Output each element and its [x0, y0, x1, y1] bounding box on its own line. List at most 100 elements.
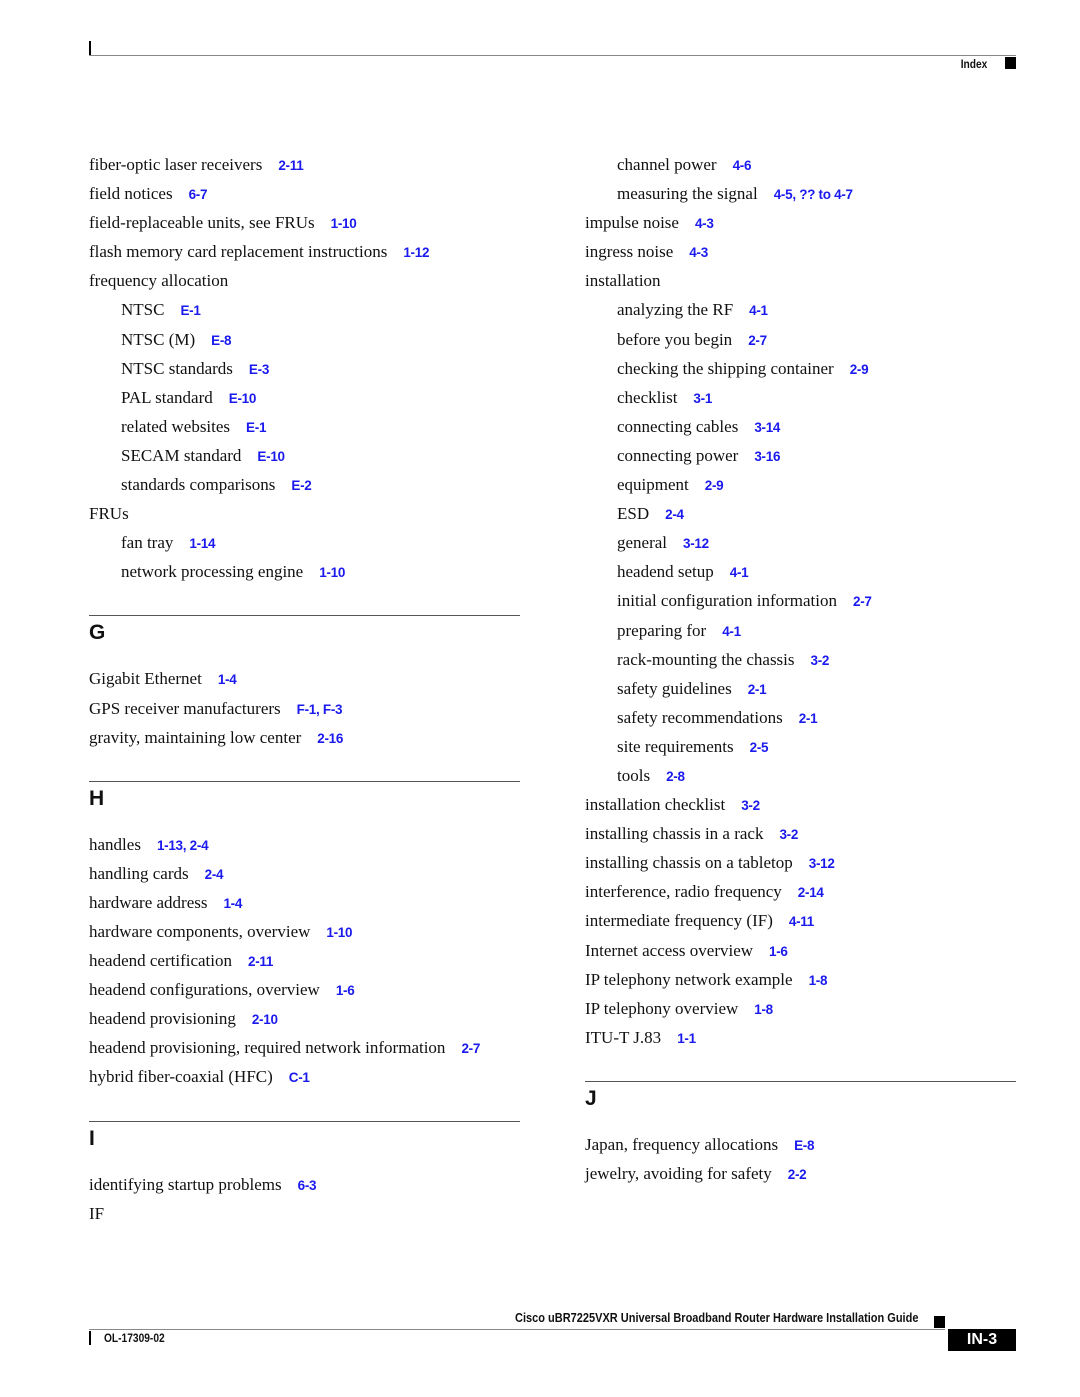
page-reference-link[interactable]: E-1 [180, 303, 200, 318]
page-reference-link[interactable]: 4-3 [689, 245, 708, 260]
page-reference-link[interactable]: 2-10 [252, 1012, 278, 1027]
section-divider [89, 615, 520, 617]
page-reference-link[interactable]: 1-10 [331, 216, 357, 231]
page-reference-link[interactable]: 1-10 [326, 925, 352, 940]
page-reference-link[interactable]: 3-2 [741, 798, 760, 813]
index-term: installing chassis in a rack [585, 824, 764, 844]
index-subentry: preparing for 4-1 [585, 616, 1017, 645]
index-subentry: network processing engine 1-10 [89, 557, 521, 586]
index-term: measuring the signal [617, 184, 758, 204]
footer-marker-square [934, 1316, 945, 1328]
page-reference-link[interactable]: 4-5, ?? to 4-7 [774, 187, 853, 202]
page-reference-link[interactable]: 1-4 [218, 672, 237, 687]
page-reference-link[interactable]: 1-6 [769, 944, 788, 959]
index-subentry: fan tray 1-14 [89, 528, 521, 557]
page-reference-link[interactable]: F-1, F-3 [297, 702, 343, 717]
section-divider [585, 1080, 1016, 1082]
page-reference-link[interactable]: 6-7 [189, 187, 208, 202]
page-reference-link[interactable]: 1-13, 2-4 [157, 838, 209, 853]
index-term: Internet access overview [585, 940, 754, 960]
index-subentry: headend setup 4-1 [585, 557, 1017, 586]
index-term: safety guidelines [617, 678, 732, 698]
index-term: impulse noise [585, 213, 679, 233]
page-reference-link[interactable]: 3-12 [683, 536, 709, 551]
page-reference-link[interactable]: 1-10 [319, 565, 345, 580]
index-term: NTSC (M) [121, 329, 196, 349]
index-entry: IP telephony overview 1-8 [585, 994, 1017, 1023]
page-reference-link[interactable]: 1-12 [403, 245, 429, 260]
page-reference-link[interactable]: 3-1 [693, 391, 712, 406]
index-term: field notices [89, 184, 173, 204]
index-subentry: NTSC standards E-3 [89, 354, 521, 383]
page-reference-link[interactable]: 1-8 [809, 973, 828, 988]
index-term: Gigabit Ethernet [89, 669, 202, 689]
page-reference-link[interactable]: 1-4 [223, 896, 242, 911]
index-subentry: safety guidelines 2-1 [585, 674, 1017, 703]
index-term: installation [585, 271, 661, 291]
page-reference-link[interactable]: 1-6 [336, 983, 355, 998]
index-subentry: measuring the signal 4-5, ?? to 4-7 [585, 179, 1017, 208]
index-entry: ITU-T J.83 1-1 [585, 1023, 1017, 1052]
index-term: gravity, maintaining low center [89, 727, 302, 747]
page-reference-link[interactable]: 4-1 [749, 303, 768, 318]
page-reference-link[interactable]: 2-1 [799, 711, 818, 726]
index-entry: headend provisioning, required network i… [89, 1033, 521, 1062]
index-term: connecting cables [617, 416, 739, 436]
page-reference-link[interactable]: 2-8 [666, 769, 685, 784]
index-subentry: PAL standard E-10 [89, 383, 521, 412]
page-reference-link[interactable]: 3-2 [779, 827, 798, 842]
page-reference-link[interactable]: 2-1 [748, 682, 767, 697]
page-reference-link[interactable]: 1-8 [754, 1002, 773, 1017]
index-term: identifying startup problems [89, 1174, 282, 1194]
page-reference-link[interactable]: 2-11 [248, 954, 273, 969]
page-reference-link[interactable]: 2-7 [853, 594, 872, 609]
page-reference-link[interactable]: 4-1 [722, 624, 741, 639]
index-subentry: SECAM standard E-10 [89, 441, 521, 470]
page-reference-link[interactable]: 2-4 [665, 507, 684, 522]
index-term: equipment [617, 475, 689, 495]
index-term: IF [89, 1203, 105, 1223]
page-reference-link[interactable]: 1-1 [677, 1031, 696, 1046]
page-reference-link[interactable]: 1-14 [189, 536, 215, 551]
page-reference-link[interactable]: E-10 [229, 391, 257, 406]
page-reference-link[interactable]: 2-5 [750, 740, 769, 755]
page-reference-link[interactable]: C-1 [289, 1070, 310, 1085]
page-reference-link[interactable]: E-8 [211, 333, 231, 348]
index-subentry: rack-mounting the chassis 3-2 [585, 645, 1017, 674]
page-reference-link[interactable]: E-2 [291, 478, 311, 493]
index-section-j: J Japan, frequency allocations E-8 jewelry,… [585, 1080, 1017, 1188]
index-term: PAL standard [121, 387, 213, 407]
index-term: handling cards [89, 863, 189, 883]
page-reference-link[interactable]: 4-1 [730, 565, 749, 580]
page-reference-link[interactable]: 2-11 [278, 158, 303, 173]
page-reference-link[interactable]: 2-4 [205, 867, 224, 882]
page-reference-link[interactable]: 2-7 [748, 333, 767, 348]
page-reference-link[interactable]: 3-2 [811, 653, 830, 668]
page-reference-link[interactable]: E-3 [249, 362, 269, 377]
page-reference-link[interactable]: 2-7 [461, 1041, 480, 1056]
index-entry: handling cards 2-4 [89, 859, 521, 888]
index-term: headend setup [617, 562, 714, 582]
page-reference-link[interactable]: E-8 [794, 1138, 814, 1153]
index-term: safety recommendations [617, 707, 783, 727]
index-entry: impulse noise 4-3 [585, 208, 1017, 237]
page-reference-link[interactable]: 2-9 [705, 478, 724, 493]
index-entry: interference, radio frequency 2-14 [585, 877, 1017, 906]
page-reference-link[interactable]: 3-16 [754, 449, 780, 464]
page-reference-link[interactable]: 4-6 [733, 158, 752, 173]
index-term: ITU-T J.83 [585, 1027, 662, 1047]
page-reference-link[interactable]: 3-14 [754, 420, 780, 435]
index-entry: identifying startup problems 6-3 [89, 1170, 521, 1199]
page-reference-link[interactable]: E-10 [257, 449, 285, 464]
page-reference-link[interactable]: E-1 [246, 420, 266, 435]
page-reference-link[interactable]: 2-14 [798, 885, 824, 900]
page-reference-link[interactable]: 2-2 [788, 1167, 807, 1182]
index-subentry: safety recommendations 2-1 [585, 703, 1017, 732]
page-reference-link[interactable]: 4-3 [695, 216, 714, 231]
page-reference-link[interactable]: 2-16 [317, 731, 343, 746]
page-reference-link[interactable]: 3-12 [809, 856, 835, 871]
page-reference-link[interactable]: 6-3 [298, 1178, 317, 1193]
index-subentry: connecting power 3-16 [585, 441, 1017, 470]
page-reference-link[interactable]: 2-9 [850, 362, 869, 377]
page-reference-link[interactable]: 4-11 [789, 914, 814, 929]
